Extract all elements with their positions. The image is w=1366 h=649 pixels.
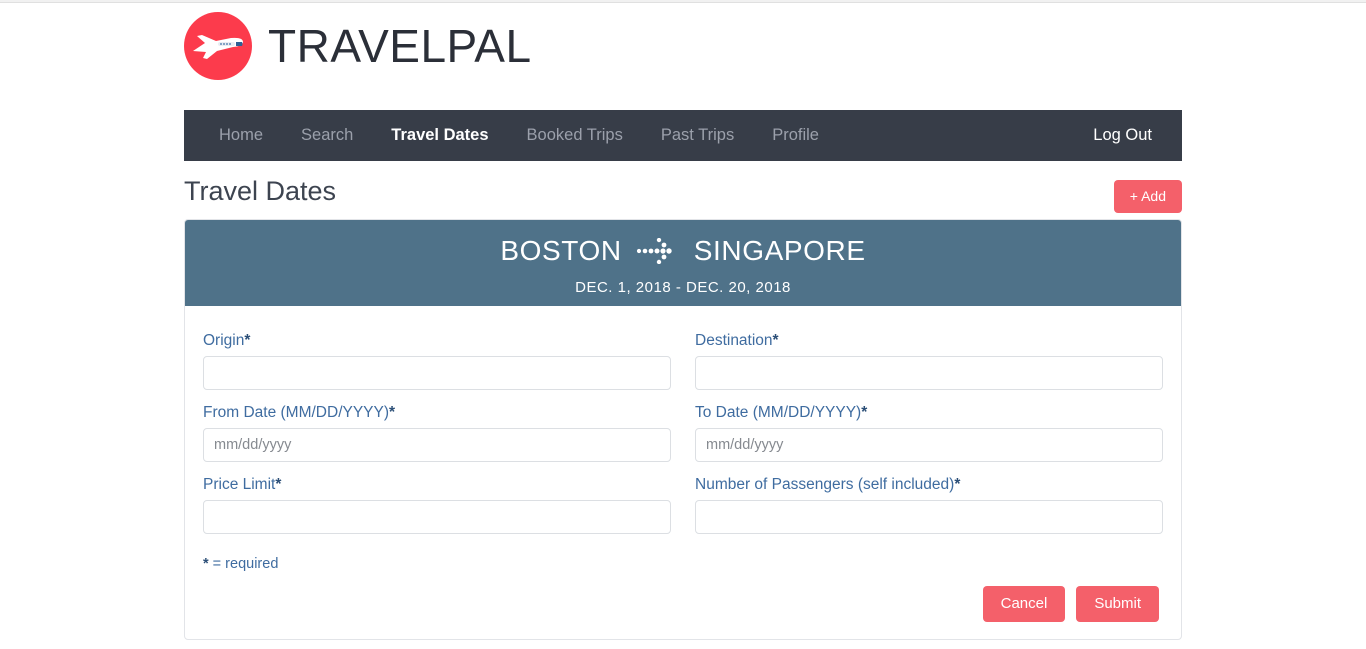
field-label-destination: Destination* [695, 326, 1163, 356]
nav-item-home[interactable]: Home [200, 110, 282, 161]
field-label-origin-text: Origin [203, 332, 245, 349]
destination-city: SINGAPORE [693, 235, 866, 266]
field-to-date: To Date (MM/DD/YYYY)* [695, 398, 1163, 462]
nav-items: Home Search Travel Dates Booked Trips Pa… [200, 110, 838, 161]
airplane-icon [184, 12, 252, 80]
add-trip-button[interactable]: + Add [1113, 180, 1182, 213]
origin-city: BOSTON [500, 235, 622, 266]
required-mark: * [389, 404, 396, 421]
travel-dates-page: TRAVELPAL Home Search Travel Dates Booke… [0, 0, 1366, 649]
field-label-from-date-text: From Date (MM/DD/YYYY) [203, 404, 390, 421]
to-date-input[interactable] [695, 428, 1163, 462]
trip-card-header: BOSTON SINGAPORE DEC. 1, 2018 - DEC. 20,… [185, 220, 1181, 306]
price-limit-input[interactable] [203, 500, 671, 534]
required-mark: * [772, 332, 779, 349]
nav-item-booked-trips[interactable]: Booked Trips [508, 110, 642, 161]
field-label-to-date: To Date (MM/DD/YYYY)* [695, 398, 1163, 428]
nav-item-past-trips[interactable]: Past Trips [642, 110, 753, 161]
field-from-date: From Date (MM/DD/YYYY)* [203, 398, 671, 462]
field-passengers: Number of Passengers (self included)* [695, 470, 1163, 534]
nav-right-group: Log Out [1074, 110, 1166, 161]
page-title: Travel Dates [184, 176, 337, 206]
field-label-from-date: From Date (MM/DD/YYYY)* [203, 398, 671, 428]
dotted-arrow-right-icon [636, 237, 680, 265]
form-actions: Cancel Submit [203, 586, 1163, 622]
field-destination: Destination* [695, 326, 1163, 390]
passengers-input[interactable] [695, 500, 1163, 534]
travel-date-card: BOSTON SINGAPORE DEC. 1, 2018 - DEC. 20,… [184, 219, 1182, 640]
required-mark: * [244, 332, 251, 349]
brand-name: TRAVELPAL [268, 20, 532, 72]
field-label-origin: Origin* [203, 326, 671, 356]
nav-item-search[interactable]: Search [282, 110, 372, 161]
field-label-price-limit-text: Price Limit [203, 476, 276, 493]
destination-input[interactable] [695, 356, 1163, 390]
trip-form: Origin* Destination* From Date (MM/DD/YY… [185, 306, 1181, 622]
page-heading-row: Travel Dates + Add [184, 172, 1182, 220]
required-legend-text: = required [208, 556, 279, 572]
logout-button[interactable]: Log Out [1074, 110, 1166, 161]
required-mark: * [954, 476, 961, 493]
cancel-button[interactable]: Cancel [982, 586, 1066, 622]
required-mark: * [861, 404, 868, 421]
field-label-to-date-text: To Date (MM/DD/YYYY) [695, 404, 862, 421]
field-label-passengers: Number of Passengers (self included)* [695, 470, 1163, 500]
nav-item-profile[interactable]: Profile [753, 110, 838, 161]
field-label-destination-text: Destination [695, 332, 773, 349]
trip-route: BOSTON SINGAPORE [185, 234, 1181, 268]
brand-logo[interactable]: TRAVELPAL [184, 10, 532, 82]
field-label-passengers-text: Number of Passengers (self included) [695, 476, 955, 493]
trip-date-range: DEC. 1, 2018 - DEC. 20, 2018 [575, 279, 791, 296]
from-date-input[interactable] [203, 428, 671, 462]
required-legend: * = required [203, 556, 1163, 572]
field-price-limit: Price Limit* [203, 470, 671, 534]
submit-button[interactable]: Submit [1076, 586, 1159, 622]
origin-input[interactable] [203, 356, 671, 390]
main-navbar: Home Search Travel Dates Booked Trips Pa… [184, 110, 1182, 161]
field-origin: Origin* [203, 326, 671, 390]
required-mark: * [275, 476, 282, 493]
nav-item-travel-dates[interactable]: Travel Dates [372, 110, 507, 161]
form-grid: Origin* Destination* From Date (MM/DD/YY… [203, 326, 1163, 542]
field-label-price-limit: Price Limit* [203, 470, 671, 500]
